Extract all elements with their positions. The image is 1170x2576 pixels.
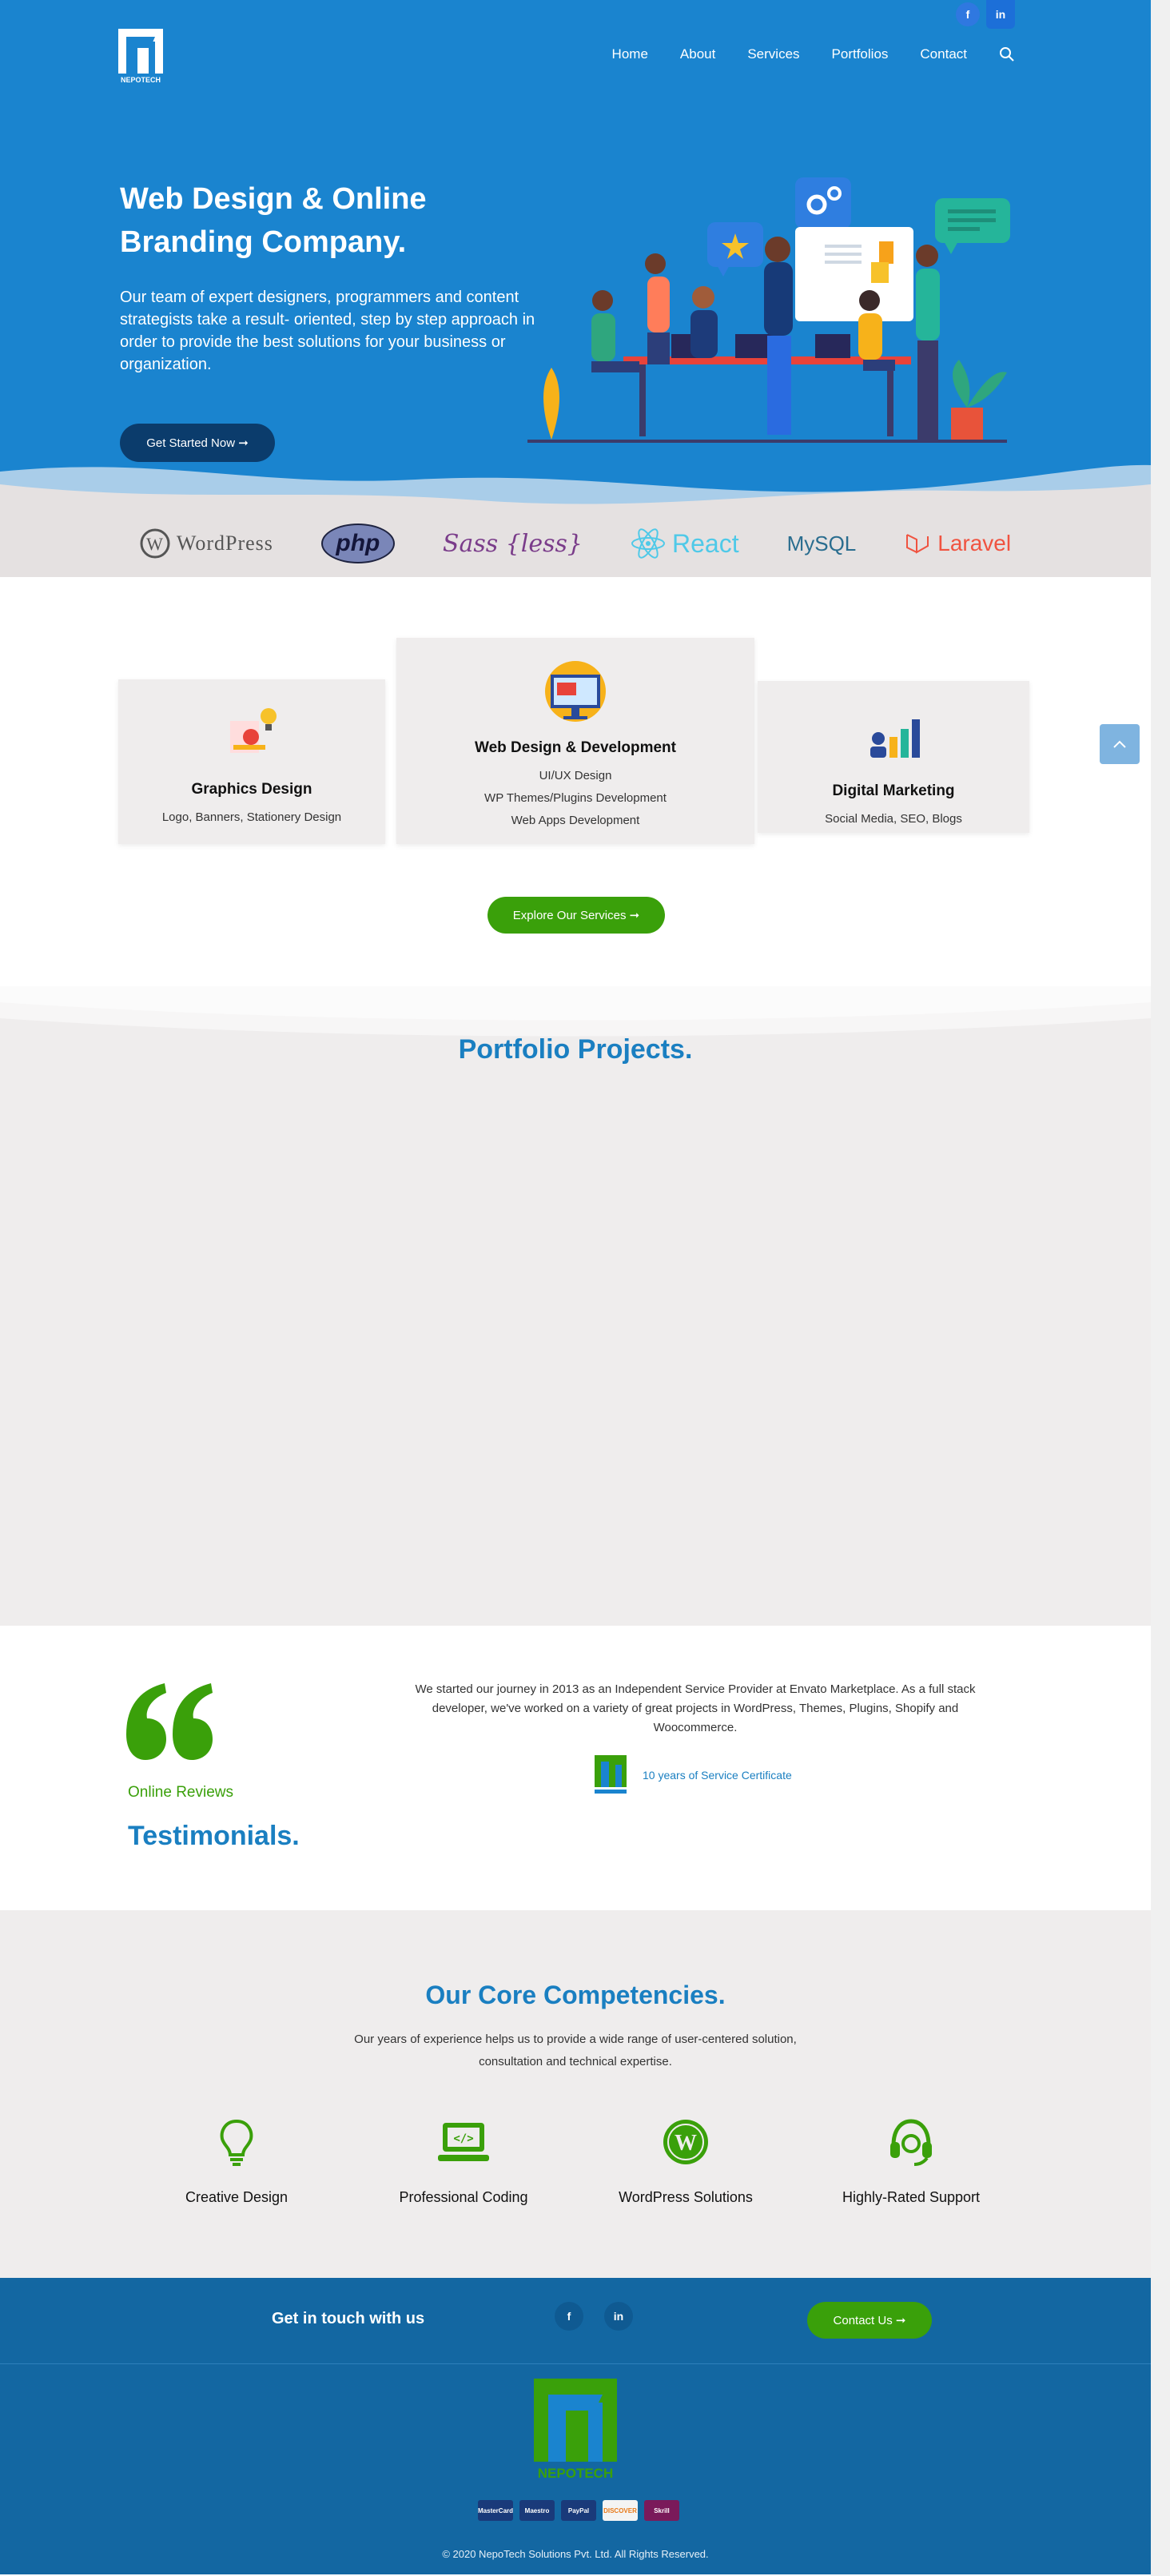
sass-less-logo: Sass {less} [442,529,583,558]
main-nav: Home About Services Portfolios Contact [612,46,1015,62]
footer-logo[interactable]: NEPOTECH [534,2379,617,2482]
graphics-design-icon [230,708,277,753]
nav-about[interactable]: About [680,46,715,62]
svg-text:NEPOTECH: NEPOTECH [538,2466,613,2481]
service-line: Social Media, SEO, Blogs [825,812,962,826]
react-icon [631,528,665,559]
nav-home[interactable]: Home [612,46,648,62]
service-card-graphics[interactable]: Graphics Design Logo, Banners, Stationer… [118,679,385,844]
portfolio-section: Portfolio Projects. [0,986,1151,1626]
hero-lead: Our team of expert designers, programmer… [120,289,535,373]
service-line: WP Themes/Plugins Development [484,791,667,805]
service-title: Digital Marketing [832,782,955,799]
service-line: UI/UX Design [539,769,612,782]
testimonials-title: Testimonials. [128,1821,300,1851]
page: f in NEPOTECH Home About Services Portfo… [0,0,1151,2574]
competency-highly-rated-support: Highly-Rated Support [807,2116,1015,2206]
mysql-logo: MySQL [786,531,857,555]
facebook-icon[interactable]: f [555,2302,583,2331]
discover-icon: DISCOVER [603,2500,638,2521]
php-logo: php [320,524,395,563]
wordpress-icon: W [663,2120,708,2164]
headset-icon [890,2119,932,2166]
tech-logos: W WordPress php Sass {less} React MySQL … [0,512,1151,575]
reviews-label: Online Reviews [128,1784,233,1801]
service-card-web[interactable]: Web Design & Development UI/UX Design WP… [396,638,754,844]
testimonial-text: We started our journey in 2013 as an Ind… [415,1682,976,1734]
service-line: Web Apps Development [511,814,640,827]
digital-marketing-icon [870,719,920,758]
copyright: © 2020 NepoTech Solutions Pvt. Ltd. All … [442,2548,709,2560]
services-section: Graphics Design Logo, Banners, Stationer… [0,577,1151,986]
testimonials-section: Online Reviews Testimonials. We started … [0,1626,1151,1910]
linkedin-icon[interactable]: in [604,2302,633,2331]
site-logo[interactable]: NEPOTECH [118,29,163,85]
competency-professional-coding: </> Professional Coding [360,2116,567,2206]
svg-text:NEPOTECH: NEPOTECH [121,76,161,84]
footer-social: f in [555,2302,633,2331]
service-title: Web Design & Development [475,739,676,756]
chevron-up-icon [1113,740,1126,748]
nepotech-mini-logo [595,1755,627,1794]
wordpress-icon: W [140,528,170,559]
get-in-touch-label: Get in touch with us [272,2310,425,2327]
search-icon[interactable] [999,46,1015,62]
topbar-social: f in [956,0,1015,29]
explore-services-button[interactable]: Explore Our Services ➞ [488,897,665,934]
get-in-touch-bar: Get in touch with us f in Contact Us ➞ [0,2278,1151,2364]
linkedin-icon[interactable]: in [986,0,1015,29]
service-line: Logo, Banners, Stationery Design [161,810,342,824]
laptop-code-icon: </> [438,2123,489,2161]
svg-text:W: W [675,2131,697,2156]
lightbulb-icon [220,2119,253,2166]
portfolio-title: Portfolio Projects. [458,1034,693,1065]
competency-creative-design: Creative Design [133,2116,340,2206]
react-logo: React [631,526,739,561]
service-card-marketing[interactable]: Digital Marketing Social Media, SEO, Blo… [758,681,1029,833]
competencies-subtitle: Our years of experience helps us to prov… [354,2033,797,2068]
laravel-icon [906,534,929,554]
certificate-link[interactable]: 10 years of Service Certificate [595,1755,792,1795]
wordpress-logo: W WordPress [140,528,273,559]
nav-portfolios[interactable]: Portfolios [832,46,889,62]
payment-methods: MasterCard Maestro PayPal DISCOVER Skril… [478,2500,679,2521]
quote-icon [126,1683,213,1760]
web-design-icon [545,661,606,722]
service-title: Graphics Design [191,781,312,798]
footer: NEPOTECH MasterCard Maestro PayPal DISCO… [0,2364,1151,2574]
mastercard-icon: MasterCard [478,2500,513,2521]
contact-us-button[interactable]: Contact Us ➞ [807,2302,932,2339]
nav-contact[interactable]: Contact [920,46,967,62]
competency-wordpress-solutions: W WordPress Solutions [582,2116,790,2206]
svg-text:W: W [146,534,164,554]
hero-section: f in NEPOTECH Home About Services Portfo… [0,0,1151,577]
svg-text:</>: </> [453,2132,473,2145]
nav-services[interactable]: Services [747,46,799,62]
facebook-icon[interactable]: f [956,2,980,26]
back-to-top-button[interactable] [1100,724,1140,764]
laravel-logo: Laravel [904,530,1011,557]
team-illustration [527,177,1010,443]
certificate-label[interactable]: 10 years of Service Certificate [643,1769,792,1782]
maestro-icon: Maestro [519,2500,555,2521]
scrollbar[interactable] [1151,0,1170,2576]
hero-title: Web Design & Online Branding Company. [120,182,427,259]
competencies-section: Our Core Competencies. Our years of expe… [0,1910,1151,2278]
skrill-icon: Skrill [644,2500,679,2521]
paypal-icon: PayPal [561,2500,596,2521]
competencies-title: Our Core Competencies. [425,1981,726,2009]
